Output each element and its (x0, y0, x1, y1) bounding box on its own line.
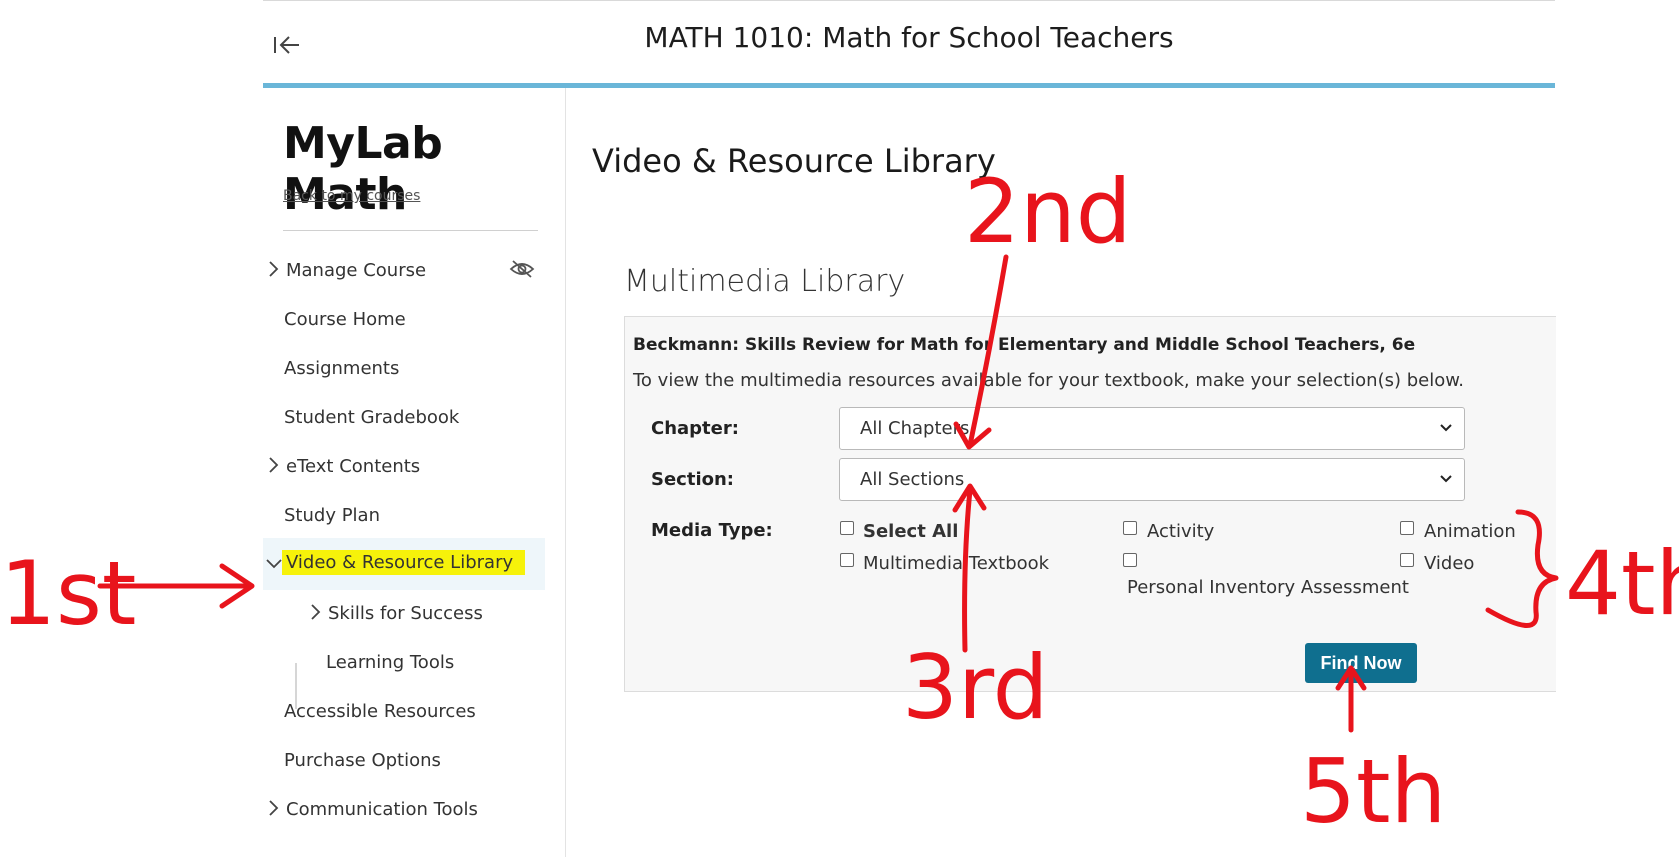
multimedia-textbook-label: Multimedia Textbook (863, 553, 1050, 574)
section-label: Section: (651, 469, 734, 490)
select-all-label: Select All (863, 521, 959, 542)
sidebar-item-manage-course[interactable]: Manage Course (263, 244, 545, 296)
sidebar-item-student-gradebook[interactable]: Student Gradebook (263, 391, 545, 443)
chevron-right-icon (311, 604, 321, 620)
hidden-eye-icon[interactable] (509, 258, 535, 280)
chapter-select[interactable]: All Chapters (839, 407, 1465, 450)
chevron-right-icon (269, 261, 279, 277)
library-title: Multimedia Library (624, 264, 906, 299)
select-all-checkbox[interactable] (840, 521, 854, 535)
sidebar-item-label: eText Contents (286, 456, 421, 477)
chevron-down-icon (266, 559, 282, 569)
animation-checkbox[interactable] (1400, 521, 1414, 535)
multimedia-panel: Beckmann: Skills Review for Math for Ele… (624, 316, 1556, 692)
sidebar-item-study-plan[interactable]: Study Plan (263, 489, 545, 541)
sidebar-divider (283, 230, 538, 231)
personal-inventory-checkbox[interactable] (1123, 553, 1137, 567)
personal-inventory-label: Personal Inventory Assessment (1127, 577, 1409, 598)
sidebar-item-communication-tools[interactable]: Communication Tools (263, 783, 545, 835)
section-select[interactable]: All Sections (839, 458, 1465, 501)
sidebar-item-assignments[interactable]: Assignments (263, 342, 545, 394)
sidebar-item-label: Course Home (284, 309, 406, 330)
media-type-label: Media Type: (651, 520, 773, 541)
sidebar-item-label: Video & Resource Library (282, 550, 526, 575)
chevron-down-icon (1440, 475, 1452, 483)
chevron-right-icon (269, 800, 279, 816)
chevron-right-icon (269, 457, 279, 473)
find-now-button[interactable]: Find Now (1305, 643, 1417, 683)
sidebar-item-etext-contents[interactable]: eText Contents (263, 440, 545, 492)
annotation-1st: 1st (0, 542, 136, 645)
course-header: MATH 1010: Math for School Teachers (263, 1, 1555, 85)
chevron-down-icon (1440, 424, 1452, 432)
sidebar-item-learning-tools[interactable]: Learning Tools (305, 636, 545, 688)
sidebar-item-label: Manage Course (286, 260, 427, 281)
sidebar-item-course-home[interactable]: Course Home (263, 293, 545, 345)
multimedia-textbook-checkbox[interactable] (840, 553, 854, 567)
sidebar-item-label: Accessible Resources (284, 701, 476, 722)
back-to-courses-link[interactable]: Back to my courses (283, 188, 420, 204)
sidebar-item-label: Skills for Success (328, 603, 483, 624)
activity-checkbox[interactable] (1123, 521, 1137, 535)
chapter-select-value: All Chapters (860, 418, 970, 439)
chapter-label: Chapter: (651, 418, 739, 439)
page-title: Video & Resource Library (592, 142, 996, 180)
brand-title: MyLab Math (283, 118, 443, 220)
book-title: Beckmann: Skills Review for Math for Ele… (633, 335, 1416, 355)
annotation-4th: 4th (1565, 532, 1679, 635)
sidebar-item-label: Student Gradebook (284, 407, 460, 428)
sidebar-item-video-resource-library[interactable]: Video & Resource Library (263, 538, 545, 590)
video-label: Video (1424, 553, 1475, 574)
subnav-guide-line (295, 663, 297, 709)
sidebar-item-label: Communication Tools (286, 799, 478, 820)
course-title: MATH 1010: Math for School Teachers (644, 21, 1174, 54)
activity-label: Activity (1147, 521, 1215, 542)
section-select-value: All Sections (860, 469, 965, 490)
sidebar: MyLab Math Back to my courses Manage Cou… (263, 88, 566, 857)
video-checkbox[interactable] (1400, 553, 1414, 567)
animation-label: Animation (1424, 521, 1516, 542)
instructions: To view the multimedia resources availab… (633, 370, 1465, 391)
arrow-1st-head (219, 563, 255, 609)
sidebar-item-label: Assignments (284, 358, 400, 379)
main-content: Video & Resource Library Multimedia Libr… (566, 88, 1556, 857)
sidebar-item-accessible-resources[interactable]: Accessible Resources (263, 685, 545, 737)
sidebar-item-purchase-options[interactable]: Purchase Options (263, 734, 545, 786)
sidebar-item-skills-for-success[interactable]: Skills for Success (305, 587, 545, 639)
sidebar-item-label: Study Plan (284, 505, 380, 526)
sidebar-item-label: Learning Tools (326, 652, 455, 673)
sidebar-item-label: Purchase Options (284, 750, 441, 771)
